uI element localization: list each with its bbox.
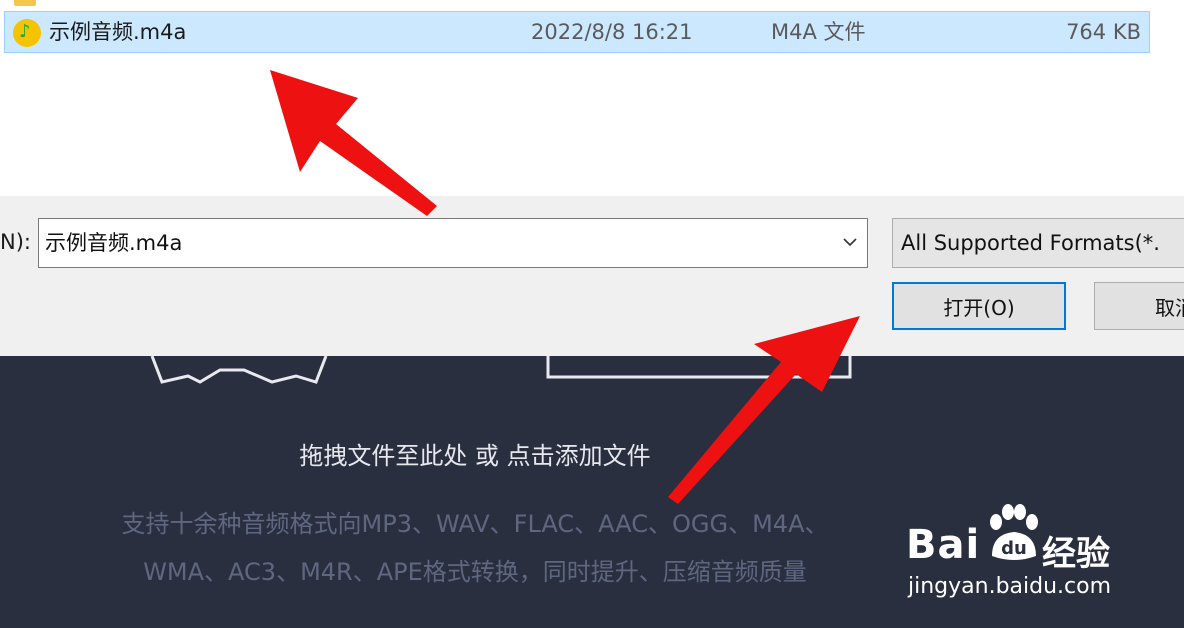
folder-icon <box>14 0 36 6</box>
file-size: 764 KB <box>1066 20 1141 44</box>
filetype-select[interactable]: All Supported Formats(*. <box>892 218 1184 268</box>
drop-zone-illustration <box>150 356 852 384</box>
baidu-jingyan-watermark: Bai du 经验 jingyan.baidu.com <box>906 500 1136 610</box>
file-name: 示例音频.m4a <box>49 20 187 44</box>
watermark-logo-text: Bai <box>906 522 981 568</box>
supported-formats-line-1: 支持十余种音频格式向MP3、WAV、FLAC、AAC、OGG、M4A、 <box>121 510 829 538</box>
open-dialog-footer: N): 示例音频.m4a All Supported Formats(*. 打开… <box>0 196 1184 356</box>
paw-du-text: du <box>1001 538 1027 559</box>
supported-formats-line-2: WMA、AC3、M4R、APE格式转换，同时提升、压缩音频质量 <box>143 558 807 586</box>
open-button[interactable]: 打开(O) <box>892 282 1066 330</box>
partial-file-row[interactable] <box>0 0 1150 8</box>
chevron-down-icon[interactable] <box>841 233 859 251</box>
paw-logo-icon: du <box>990 504 1038 560</box>
file-row-selected[interactable]: ♪ 示例音频.m4a 2022/8/8 16:21 M4A 文件 764 KB <box>4 11 1150 53</box>
drop-hint-text: 拖拽文件至此处 或 点击添加文件 <box>299 442 651 470</box>
filename-value: 示例音频.m4a <box>45 231 183 255</box>
music-file-icon: ♪ <box>13 19 41 47</box>
file-list: ♪ 示例音频.m4a 2022/8/8 16:21 M4A 文件 764 KB <box>0 0 1184 196</box>
cancel-button[interactable]: 取消 <box>1094 282 1184 330</box>
file-modified-date: 2022/8/8 16:21 <box>531 20 693 44</box>
filename-label: N): <box>0 230 31 254</box>
watermark-url: jingyan.baidu.com <box>908 574 1112 599</box>
watermark-cn-text: 经验 <box>1042 534 1110 574</box>
filetype-value: All Supported Formats(*. <box>901 231 1160 255</box>
file-type: M4A 文件 <box>771 20 866 44</box>
filename-combobox[interactable]: 示例音频.m4a <box>38 218 868 268</box>
